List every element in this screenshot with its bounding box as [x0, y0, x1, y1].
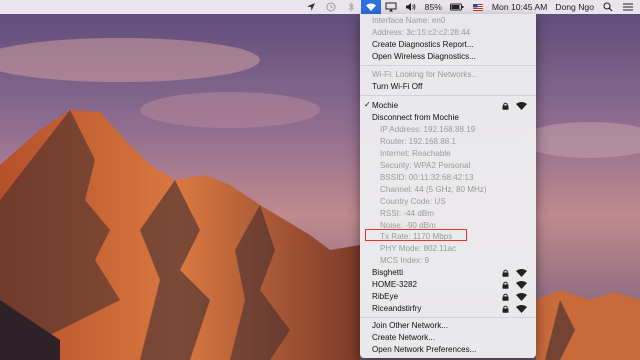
network-item[interactable]: RibEye	[372, 291, 398, 302]
network-item[interactable]: Bisghetti	[372, 267, 403, 278]
detail-channel: Channel: 44 (5 GHz, 80 MHz)	[380, 185, 487, 194]
open-wireless-diagnostics[interactable]: Open Wireless Diagnostics...	[372, 51, 476, 62]
lock-icon	[502, 269, 509, 277]
create-network[interactable]: Create Network...	[372, 332, 435, 343]
turn-wifi-off[interactable]: Turn Wi-Fi Off	[372, 81, 422, 92]
wifi-menu: Interface Name: en0 Address: 3c:15:c2:c2…	[360, 14, 536, 358]
open-network-preferences[interactable]: Open Network Preferences...	[372, 344, 476, 355]
airplay-icon[interactable]	[381, 0, 401, 14]
interface-name: Interface Name: en0	[372, 16, 446, 25]
wifi-icon[interactable]	[360, 0, 381, 14]
user-name: Dong Ngo	[555, 2, 594, 12]
detail-security: Security: WPA2 Personal	[380, 161, 471, 170]
battery-icon[interactable]	[446, 0, 468, 14]
detail-mcs-index: MCS Index: 9	[380, 256, 430, 265]
wifi-signal-icon	[516, 102, 527, 110]
control-menu-icon[interactable]	[618, 0, 640, 14]
lock-icon	[502, 281, 509, 289]
lock-icon	[502, 293, 509, 301]
user-menu[interactable]: Dong Ngo	[551, 0, 598, 14]
wifi-signal-icon	[516, 269, 527, 277]
disconnect-network[interactable]: Disconnect from Mochie	[372, 112, 459, 123]
menu-separator	[360, 95, 536, 96]
wifi-signal-icon	[516, 305, 527, 313]
detail-phy-mode: PHY Mode: 802.11ac	[380, 244, 457, 253]
join-other-network[interactable]: Join Other Network...	[372, 320, 448, 331]
wifi-status: Wi-Fi: Looking for Networks...	[372, 70, 479, 79]
menu-separator	[360, 65, 536, 66]
lock-icon	[502, 305, 509, 313]
search-icon[interactable]	[598, 0, 618, 14]
tx-rate-annotation-box	[365, 229, 467, 241]
network-item[interactable]: HOME-3282	[372, 279, 417, 290]
interface-address: Address: 3c:15:c2:c2:28:44	[372, 28, 471, 37]
detail-ip-address: IP Address: 192.168.88.19	[380, 125, 476, 134]
network-item[interactable]: Riceandstirfry	[372, 303, 421, 314]
wifi-signal-icon	[516, 281, 527, 289]
time-machine-icon[interactable]	[321, 0, 341, 14]
wifi-signal-icon	[516, 293, 527, 301]
create-diagnostics-report[interactable]: Create Diagnostics Report...	[372, 39, 474, 50]
flag-icon[interactable]	[468, 0, 488, 14]
desktop-wallpaper	[0, 0, 640, 360]
bluetooth-icon[interactable]	[341, 0, 361, 14]
battery-percent-text: 85%	[424, 2, 442, 12]
lock-icon	[502, 102, 509, 110]
detail-router: Router: 192.168.88.1	[380, 137, 457, 146]
menu-separator	[360, 317, 536, 318]
current-network-name[interactable]: Mochie	[372, 100, 398, 111]
detail-bssid: BSSID: 00:11:32:68:42:13	[380, 173, 474, 182]
volume-icon[interactable]	[401, 0, 421, 14]
detail-rssi: RSSI: -44 dBm	[380, 209, 434, 218]
menu-bar: 85% Mon 10:45 AM Dong Ngo	[0, 0, 640, 14]
location-icon[interactable]	[301, 0, 321, 14]
detail-internet: Internet: Reachable	[380, 149, 451, 158]
clock-text: Mon 10:45 AM	[491, 2, 548, 12]
checkmark-icon: ✓	[364, 100, 371, 109]
detail-country-code: Country Code: US	[380, 197, 446, 206]
clock[interactable]: Mon 10:45 AM	[488, 0, 551, 14]
battery-percent[interactable]: 85%	[421, 0, 446, 14]
